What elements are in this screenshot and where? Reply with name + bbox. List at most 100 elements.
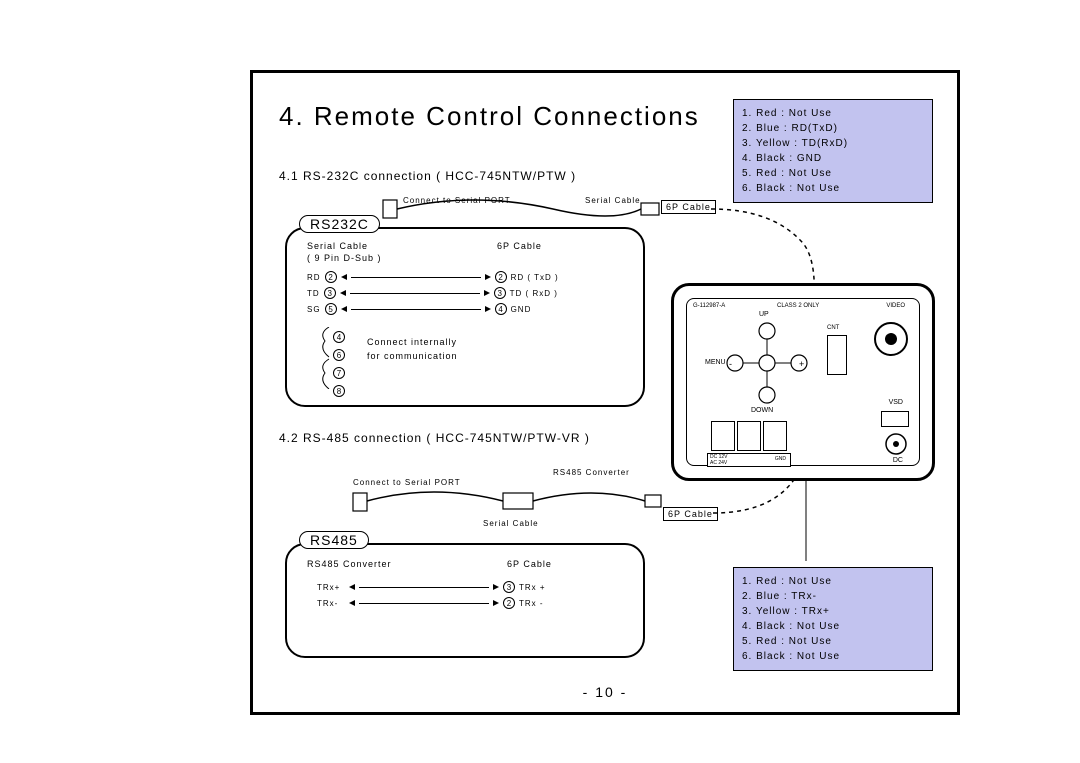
device-ac-bot: AC 24V bbox=[710, 460, 727, 466]
legend-row: 2. Blue : RD(TxD) bbox=[742, 121, 924, 136]
legend-row: 1. Red : Not Use bbox=[742, 106, 924, 121]
arrow-left-icon bbox=[341, 274, 347, 280]
brace-icon bbox=[317, 327, 331, 389]
device-back-panel: G-112987-A CLASS 2 ONLY VIDEO UP DOWN ME… bbox=[671, 283, 935, 481]
pin-row: TRx+ 3 TRx + bbox=[317, 581, 546, 593]
arrow-left-icon bbox=[341, 306, 347, 312]
pin-label: TD ( RxD ) bbox=[510, 289, 558, 298]
internal-note-a: Connect internally bbox=[367, 337, 457, 347]
legend-row: 4. Black : GND bbox=[742, 151, 924, 166]
legend-row: 1. Red : Not Use bbox=[742, 574, 924, 589]
rs485-box: RS485 RS485 Converter 6P Cable TRx+ 3 TR… bbox=[285, 543, 645, 658]
terminal-label-strip: DC 12V AC 24V GND bbox=[707, 453, 791, 467]
rs232c-col-left-h: Serial Cable bbox=[307, 241, 368, 251]
pin-number-icon: 5 bbox=[325, 303, 337, 315]
pin-number-icon: 7 bbox=[333, 367, 345, 379]
legend-row: 6. Black : Not Use bbox=[742, 649, 924, 664]
legend-row: 2. Blue : TRx- bbox=[742, 589, 924, 604]
internal-note-b: for communication bbox=[367, 351, 458, 361]
pin-number-icon: 3 bbox=[324, 287, 336, 299]
pin-label: TRx + bbox=[519, 583, 546, 592]
page-number: - 10 - bbox=[253, 684, 957, 700]
legend-rs485: 1. Red : Not Use 2. Blue : TRx- 3. Yello… bbox=[733, 567, 933, 671]
rs485-converter-label: RS485 Converter bbox=[553, 468, 630, 477]
device-menu: MENU bbox=[705, 359, 726, 366]
pin-label: GND bbox=[511, 305, 532, 314]
legend-row: 3. Yellow : TD(RxD) bbox=[742, 136, 924, 151]
pin-number-icon: 4 bbox=[333, 331, 345, 343]
pin-row: SG 5 4 GND bbox=[307, 303, 559, 315]
pin-row: TD 3 3 TD ( RxD ) bbox=[307, 287, 559, 299]
bnc-icon bbox=[871, 319, 911, 359]
terminal-block bbox=[737, 421, 761, 451]
legend-row: 4. Black : Not Use bbox=[742, 619, 924, 634]
legend-row: 5. Red : Not Use bbox=[742, 634, 924, 649]
legend-row: 6. Black : Not Use bbox=[742, 181, 924, 196]
device-plus: + bbox=[799, 359, 804, 369]
arrow-right-icon bbox=[484, 290, 490, 296]
page-title: 4. Remote Control Connections bbox=[279, 101, 700, 132]
pin-number-icon: 3 bbox=[503, 581, 515, 593]
pin-label: TRx - bbox=[519, 599, 544, 608]
pin-number-icon: 4 bbox=[495, 303, 507, 315]
arrow-left-icon bbox=[349, 600, 355, 606]
device-inner-panel: G-112987-A CLASS 2 ONLY VIDEO UP DOWN ME… bbox=[686, 298, 920, 466]
device-dc: DC bbox=[893, 457, 903, 464]
subtitle-rs485: 4.2 RS-485 connection ( HCC-745NTW/PTW-V… bbox=[279, 431, 590, 445]
arrow-right-icon bbox=[493, 584, 499, 590]
pin-number-icon: 8 bbox=[333, 385, 345, 397]
vsd-slot bbox=[881, 411, 909, 427]
pin-label: SG bbox=[307, 305, 321, 314]
pin-number-icon: 3 bbox=[494, 287, 506, 299]
pin-label: TD bbox=[307, 289, 320, 298]
pin-label: TRx+ bbox=[317, 583, 345, 592]
pin-number-icon: 2 bbox=[503, 597, 515, 609]
device-up: UP bbox=[759, 311, 769, 318]
device-minus: - bbox=[729, 359, 732, 369]
device-video-label: VIDEO bbox=[886, 303, 905, 309]
pin-label: RD ( TxD ) bbox=[511, 273, 559, 282]
arrow-right-icon bbox=[485, 306, 491, 312]
legend-row: 5. Red : Not Use bbox=[742, 166, 924, 181]
cable-6p-label: 6P Cable bbox=[661, 200, 716, 214]
rs485-col-left-h: RS485 Converter bbox=[307, 559, 392, 569]
pin-number-icon: 2 bbox=[325, 271, 337, 283]
rs232c-tab: RS232C bbox=[299, 215, 380, 233]
connection-line bbox=[359, 603, 489, 604]
rs232c-col-right-h: 6P Cable bbox=[497, 241, 542, 251]
device-down: DOWN bbox=[751, 407, 773, 414]
connect-serial-label-2: Connect to Serial PORT bbox=[353, 478, 461, 487]
dc-jack-icon bbox=[885, 433, 907, 455]
serial-cable-label-2: Serial Cable bbox=[483, 519, 539, 528]
legend-row: 3. Yellow : TRx+ bbox=[742, 604, 924, 619]
device-cnt: CNT bbox=[827, 325, 839, 331]
connect-serial-label: Connect to Serial PORT bbox=[403, 196, 511, 205]
legend-rs232c: 1. Red : Not Use 2. Blue : RD(TxD) 3. Ye… bbox=[733, 99, 933, 203]
connection-line bbox=[351, 309, 481, 310]
rs485-tab: RS485 bbox=[299, 531, 369, 549]
cnt-port bbox=[827, 335, 847, 375]
arrow-right-icon bbox=[485, 274, 491, 280]
arrow-right-icon bbox=[493, 600, 499, 606]
connection-line bbox=[359, 587, 489, 588]
connection-line bbox=[350, 293, 480, 294]
pin-row: TRx- 2 TRx - bbox=[317, 597, 546, 609]
device-vsd: VSD bbox=[889, 399, 903, 406]
cable-6p-label-2: 6P Cable bbox=[663, 507, 718, 521]
device-board-id: G-112987-A bbox=[693, 303, 725, 309]
rs485-col-right-h: 6P Cable bbox=[507, 559, 552, 569]
device-class-label: CLASS 2 ONLY bbox=[777, 303, 819, 309]
terminal-block bbox=[763, 421, 787, 451]
rs232c-box: RS232C Serial Cable ( 9 Pin D-Sub ) 6P C… bbox=[285, 227, 645, 407]
pointer-line-icon bbox=[801, 481, 811, 567]
pin-label: TRx- bbox=[317, 599, 345, 608]
page-border: 4. Remote Control Connections 4.1 RS-232… bbox=[250, 70, 960, 715]
connection-line bbox=[351, 277, 481, 278]
arrow-left-icon bbox=[340, 290, 346, 296]
rs232c-col-left-sub: ( 9 Pin D-Sub ) bbox=[307, 253, 382, 263]
pin-label: RD bbox=[307, 273, 321, 282]
pin-number-icon: 6 bbox=[333, 349, 345, 361]
serial-cable-label: Serial Cable bbox=[585, 196, 641, 205]
terminal-block bbox=[711, 421, 735, 451]
pin-row: RD 2 2 RD ( TxD ) bbox=[307, 271, 559, 283]
